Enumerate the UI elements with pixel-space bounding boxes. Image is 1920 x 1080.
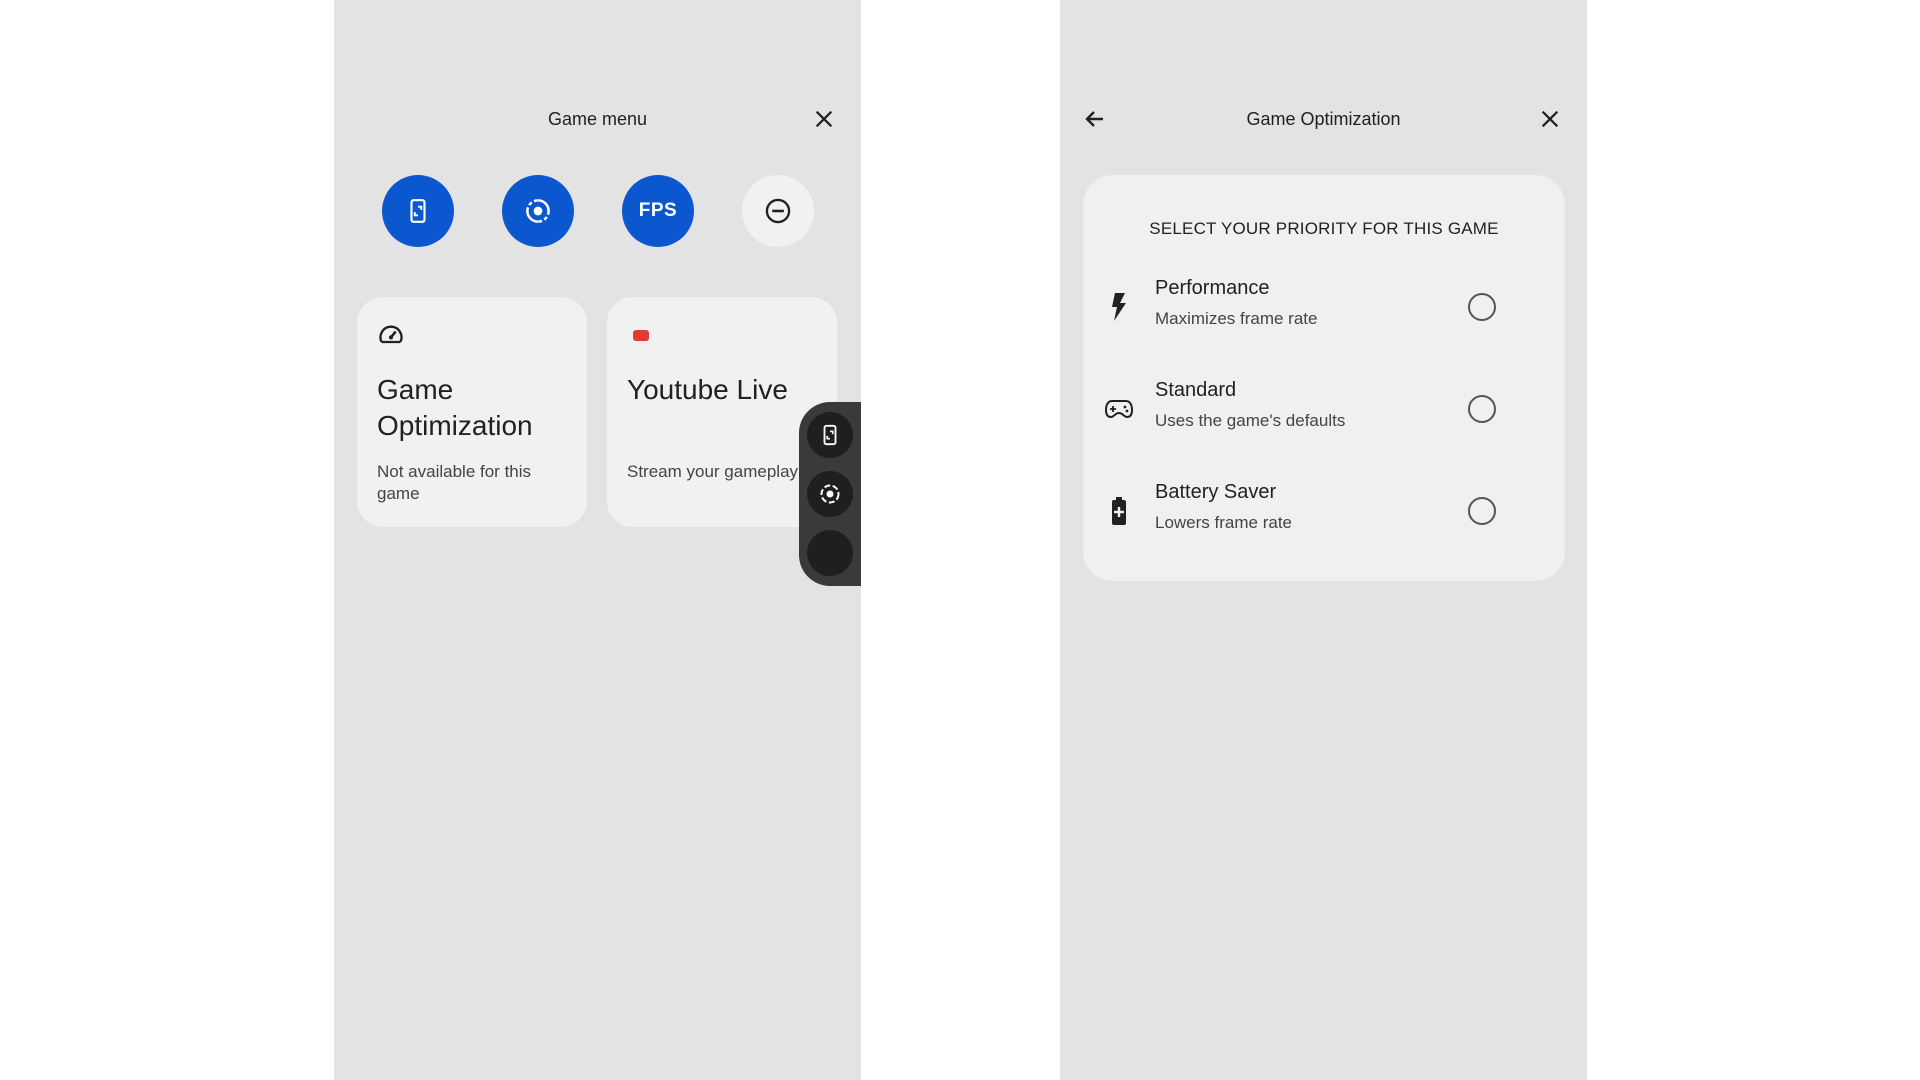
- floating-toolbar[interactable]: [799, 402, 861, 586]
- option-description: Lowers frame rate: [1155, 513, 1292, 532]
- option-label: Battery Saver: [1155, 481, 1277, 503]
- floating-record-button[interactable]: [807, 471, 853, 517]
- option-performance[interactable]: Performance Maximizes frame rate: [1083, 267, 1565, 347]
- option-standard[interactable]: Standard Uses the game's defaults: [1083, 369, 1565, 449]
- fps-label: FPS: [638, 200, 678, 221]
- do-not-disturb-icon: [765, 198, 791, 224]
- battery-plus-icon: [1112, 497, 1126, 525]
- screenshot-toggle-button[interactable]: [382, 175, 454, 247]
- phone-screenshot-icon: [823, 424, 837, 446]
- radio-button[interactable]: [1468, 293, 1496, 321]
- record-icon: [526, 199, 550, 223]
- phone-screenshot-icon: [410, 199, 426, 223]
- close-icon: [1541, 110, 1559, 128]
- close-button[interactable]: [809, 104, 839, 134]
- game-optimization-title: Game Optimization: [1246, 109, 1401, 129]
- floating-screenshot-button[interactable]: [807, 412, 853, 458]
- youtube-icon: [633, 329, 649, 341]
- lightning-bolt-icon: [1112, 293, 1126, 321]
- gamepad-icon: [1105, 400, 1133, 419]
- option-label: Standard: [1155, 379, 1237, 401]
- close-icon: [815, 110, 833, 128]
- quick-actions-row: FPS: [382, 175, 822, 247]
- floating-blank-button[interactable]: [807, 530, 853, 576]
- tile-subtitle: Not available for this game: [377, 462, 532, 503]
- tile-title: Game Optimization: [377, 374, 533, 441]
- speedometer-icon: [379, 325, 403, 344]
- option-description: Uses the game's defaults: [1155, 411, 1346, 430]
- radio-button[interactable]: [1468, 497, 1496, 525]
- game-optimization-tile[interactable]: Game Optimization Not available for this…: [357, 297, 587, 527]
- game-menu-title: Game menu: [547, 109, 648, 129]
- fps-toggle-button[interactable]: FPS: [622, 175, 694, 247]
- record-icon: [820, 484, 840, 504]
- priority-card: SELECT YOUR PRIORITY FOR THIS GAME Perfo…: [1083, 175, 1565, 581]
- do-not-disturb-toggle-button[interactable]: [742, 175, 814, 247]
- tile-title: Youtube Live: [627, 374, 788, 405]
- close-button[interactable]: [1535, 104, 1565, 134]
- option-battery-saver[interactable]: Battery Saver Lowers frame rate: [1083, 471, 1565, 551]
- game-menu-panel: Game menu FPS Game Optimization Not avai…: [334, 0, 861, 1080]
- record-toggle-button[interactable]: [502, 175, 574, 247]
- game-optimization-header: Game Optimization: [1060, 100, 1587, 138]
- game-menu-header: Game menu: [334, 100, 861, 138]
- game-optimization-panel: Game Optimization SELECT YOUR PRIORITY F…: [1060, 0, 1587, 1080]
- radio-button[interactable]: [1468, 395, 1496, 423]
- option-description: Maximizes frame rate: [1155, 309, 1318, 328]
- option-label: Performance: [1155, 277, 1270, 299]
- priority-heading: SELECT YOUR PRIORITY FOR THIS GAME: [1149, 219, 1499, 238]
